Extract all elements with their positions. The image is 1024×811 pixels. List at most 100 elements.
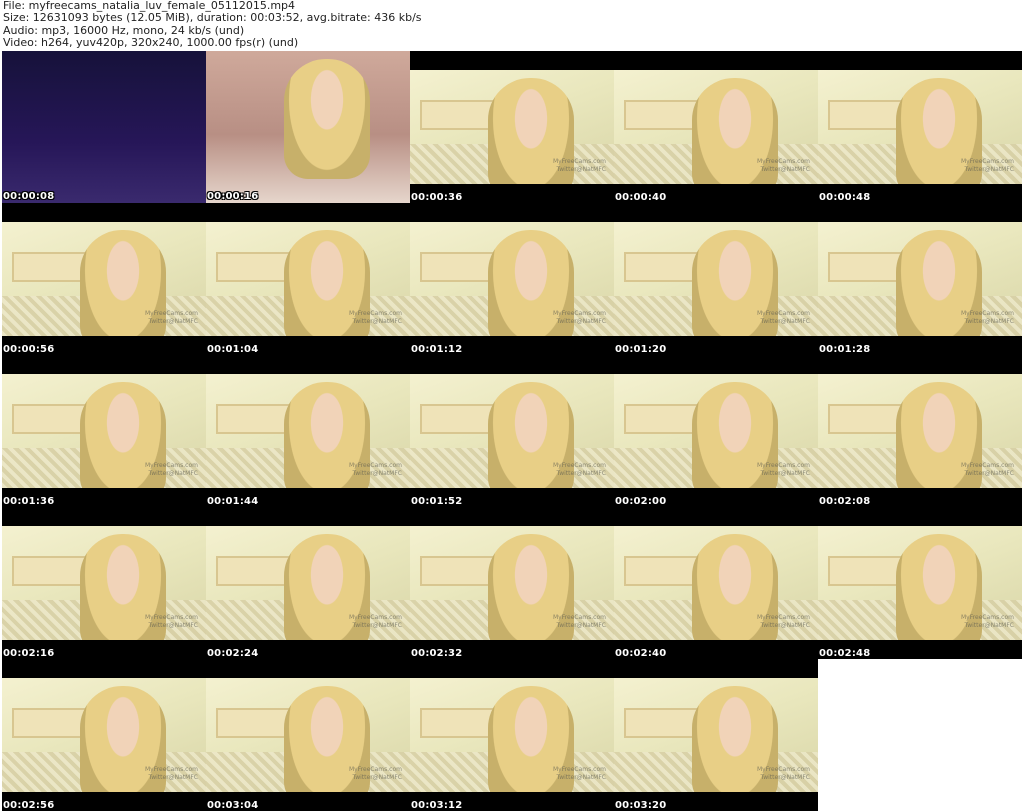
watermark-twitter: Twitter@NatMFC	[964, 318, 1014, 325]
watermark-site: MyFreeCams.com	[552, 766, 606, 773]
headboard-shape	[624, 556, 698, 586]
file-info-header: File: myfreecams_natalia_luv_female_0511…	[3, 0, 422, 50]
watermark-site: MyFreeCams.com	[144, 614, 198, 621]
timestamp-label: 00:01:52	[411, 496, 463, 507]
headboard-shape	[420, 252, 494, 282]
video-thumbnail: MyFreeCams.com Twitter@NatMFC 00:02:00	[614, 355, 818, 507]
timestamp-label: 00:01:04	[207, 344, 259, 355]
video-frame-image: MyFreeCams.com Twitter@NatMFC	[410, 70, 614, 184]
watermark-site: MyFreeCams.com	[144, 766, 198, 773]
watermark-text: MyFreeCams.com Twitter@NatMFC	[757, 766, 810, 782]
headboard-shape	[624, 708, 698, 738]
watermark-twitter: Twitter@NatMFC	[964, 470, 1014, 477]
video-thumbnail: MyFreeCams.com Twitter@NatMFC 00:02:08	[818, 355, 1022, 507]
watermark-twitter: Twitter@NatMFC	[760, 622, 810, 629]
watermark-site: MyFreeCams.com	[348, 614, 402, 621]
timestamp-label: 00:01:28	[819, 344, 871, 355]
headboard-shape	[828, 252, 902, 282]
timestamp-label: 00:00:36	[411, 192, 463, 203]
video-thumbnail: MyFreeCams.com Twitter@NatMFC 00:01:28	[818, 203, 1022, 355]
video-thumbnail: 00:00:16	[206, 51, 410, 203]
watermark-twitter: Twitter@NatMFC	[964, 166, 1014, 173]
watermark-twitter: Twitter@NatMFC	[760, 470, 810, 477]
watermark-twitter: Twitter@NatMFC	[352, 774, 402, 781]
video-thumbnail: MyFreeCams.com Twitter@NatMFC 00:02:40	[614, 507, 818, 659]
timestamp-label: 00:02:08	[819, 496, 871, 507]
watermark-site: MyFreeCams.com	[144, 462, 198, 469]
watermark-site: MyFreeCams.com	[552, 614, 606, 621]
video-frame-image: MyFreeCams.com Twitter@NatMFC	[410, 678, 614, 792]
watermark-twitter: Twitter@NatMFC	[352, 470, 402, 477]
headboard-shape	[420, 556, 494, 586]
person-figure	[284, 59, 370, 179]
watermark-text: MyFreeCams.com Twitter@NatMFC	[553, 310, 606, 326]
timestamp-label: 00:01:20	[615, 344, 667, 355]
video-frame-image: MyFreeCams.com Twitter@NatMFC	[818, 526, 1022, 640]
timestamp-label: 00:02:32	[411, 648, 463, 659]
watermark-site: MyFreeCams.com	[960, 158, 1014, 165]
watermark-text: MyFreeCams.com Twitter@NatMFC	[757, 158, 810, 174]
video-frame-image: MyFreeCams.com Twitter@NatMFC	[2, 678, 206, 792]
timestamp-label: 00:03:20	[615, 800, 667, 811]
video-thumbnail: MyFreeCams.com Twitter@NatMFC 00:00:40	[614, 51, 818, 203]
video-thumbnail: MyFreeCams.com Twitter@NatMFC 00:01:20	[614, 203, 818, 355]
headboard-shape	[216, 404, 290, 434]
watermark-twitter: Twitter@NatMFC	[148, 470, 198, 477]
watermark-twitter: Twitter@NatMFC	[556, 470, 606, 477]
watermark-twitter: Twitter@NatMFC	[760, 166, 810, 173]
video-frame-image	[2, 51, 206, 203]
video-frame-image: MyFreeCams.com Twitter@NatMFC	[2, 222, 206, 336]
watermark-twitter: Twitter@NatMFC	[148, 622, 198, 629]
watermark-site: MyFreeCams.com	[552, 462, 606, 469]
timestamp-label: 00:02:00	[615, 496, 667, 507]
video-thumbnail: MyFreeCams.com Twitter@NatMFC 00:03:20	[614, 659, 818, 811]
video-frame-image: MyFreeCams.com Twitter@NatMFC	[206, 526, 410, 640]
watermark-site: MyFreeCams.com	[960, 462, 1014, 469]
watermark-twitter: Twitter@NatMFC	[556, 166, 606, 173]
video-thumbnail: MyFreeCams.com Twitter@NatMFC 00:01:52	[410, 355, 614, 507]
watermark-text: MyFreeCams.com Twitter@NatMFC	[961, 310, 1014, 326]
timestamp-label: 00:00:08	[3, 191, 55, 202]
watermark-twitter: Twitter@NatMFC	[760, 774, 810, 781]
headboard-shape	[624, 252, 698, 282]
video-frame-image: MyFreeCams.com Twitter@NatMFC	[614, 526, 818, 640]
watermark-site: MyFreeCams.com	[756, 614, 810, 621]
watermark-text: MyFreeCams.com Twitter@NatMFC	[145, 766, 198, 782]
watermark-text: MyFreeCams.com Twitter@NatMFC	[553, 614, 606, 630]
headboard-shape	[828, 404, 902, 434]
thumbnail-grid: 00:00:08 00:00:16 MyFreeCams.com Twitter@Na…	[2, 51, 1022, 811]
watermark-text: MyFreeCams.com Twitter@NatMFC	[553, 158, 606, 174]
video-thumbnail: MyFreeCams.com Twitter@NatMFC 00:02:16	[2, 507, 206, 659]
timestamp-label: 00:02:16	[3, 648, 55, 659]
watermark-twitter: Twitter@NatMFC	[760, 318, 810, 325]
timestamp-label: 00:00:48	[819, 192, 871, 203]
video-thumbnail: MyFreeCams.com Twitter@NatMFC 00:02:24	[206, 507, 410, 659]
headboard-shape	[216, 252, 290, 282]
video-thumbnail: MyFreeCams.com Twitter@NatMFC 00:01:12	[410, 203, 614, 355]
watermark-text: MyFreeCams.com Twitter@NatMFC	[349, 766, 402, 782]
watermark-text: MyFreeCams.com Twitter@NatMFC	[145, 462, 198, 478]
video-frame-image: MyFreeCams.com Twitter@NatMFC	[410, 526, 614, 640]
headboard-shape	[828, 556, 902, 586]
headboard-shape	[828, 100, 902, 130]
watermark-site: MyFreeCams.com	[756, 766, 810, 773]
video-frame-image	[206, 51, 410, 203]
video-thumbnail: MyFreeCams.com Twitter@NatMFC 00:01:36	[2, 355, 206, 507]
video-thumbnail: MyFreeCams.com Twitter@NatMFC 00:02:32	[410, 507, 614, 659]
timestamp-label: 00:02:24	[207, 648, 259, 659]
watermark-text: MyFreeCams.com Twitter@NatMFC	[145, 614, 198, 630]
video-thumbnail: MyFreeCams.com Twitter@NatMFC 00:02:48	[818, 507, 1022, 659]
watermark-text: MyFreeCams.com Twitter@NatMFC	[145, 310, 198, 326]
headboard-shape	[216, 708, 290, 738]
file-size-line: Size: 12631093 bytes (12.05 MiB), durati…	[3, 11, 422, 25]
timestamp-label: 00:01:44	[207, 496, 259, 507]
watermark-twitter: Twitter@NatMFC	[556, 774, 606, 781]
timestamp-label: 00:01:36	[3, 496, 55, 507]
watermark-site: MyFreeCams.com	[756, 310, 810, 317]
watermark-text: MyFreeCams.com Twitter@NatMFC	[961, 158, 1014, 174]
video-thumbnail: MyFreeCams.com Twitter@NatMFC 00:02:56	[2, 659, 206, 811]
watermark-text: MyFreeCams.com Twitter@NatMFC	[961, 462, 1014, 478]
watermark-twitter: Twitter@NatMFC	[148, 318, 198, 325]
watermark-site: MyFreeCams.com	[144, 310, 198, 317]
watermark-site: MyFreeCams.com	[348, 462, 402, 469]
